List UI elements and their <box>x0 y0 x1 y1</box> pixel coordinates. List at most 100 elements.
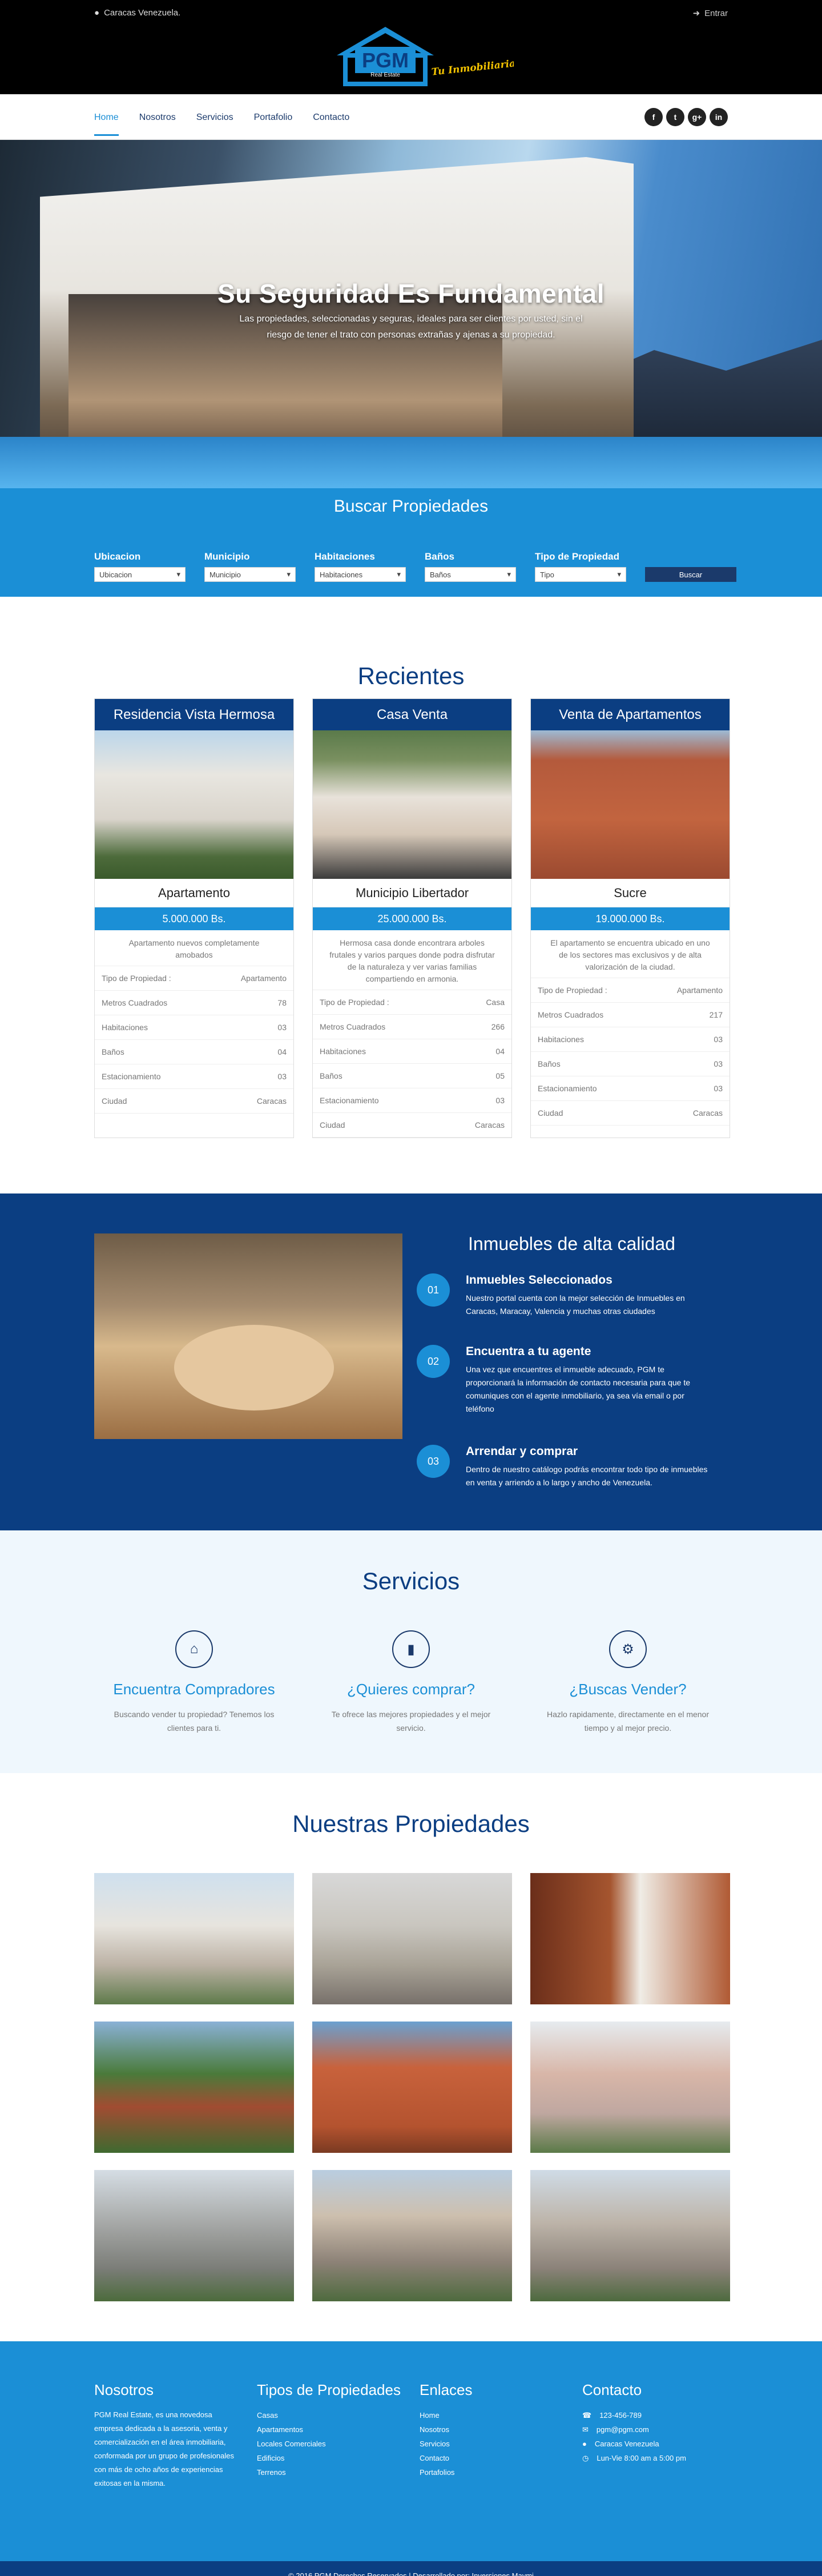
chart-icon[interactable]: ▮ <box>392 1630 430 1668</box>
property-detail-row: Estacionamiento 03 <box>531 1076 730 1101</box>
property-photo[interactable] <box>312 1873 512 2004</box>
search-button[interactable]: Buscar <box>645 567 736 582</box>
property-detail-row: Estacionamiento 03 <box>313 1088 511 1113</box>
chevron-down-icon: ▾ <box>397 570 401 578</box>
nav-item-servicios[interactable]: Servicios <box>196 99 233 136</box>
property-card[interactable]: Casa Venta Municipio Libertador 25.000.000… <box>312 698 512 1138</box>
twitter-icon[interactable]: t <box>666 108 684 126</box>
search-select-baos[interactable]: Baños ▾ <box>425 567 516 582</box>
copyright: © 2016 PGM Derechos Reservados | Desarro… <box>0 2561 822 2576</box>
search-select-tipodepropiedad[interactable]: Tipo ▾ <box>535 567 626 582</box>
footer-type-link[interactable]: Casas <box>257 2408 411 2422</box>
footer-nav-link[interactable]: Contacto <box>420 2451 574 2465</box>
property-detail-value: Casa <box>486 998 505 1007</box>
property-detail-row: Habitaciones 03 <box>531 1027 730 1052</box>
nav-item-home[interactable]: Home <box>94 99 119 136</box>
search-select-value: Habitaciones <box>320 570 363 579</box>
quality-item-number: 02 <box>417 1345 450 1378</box>
mail-icon: ✉ <box>582 2425 589 2434</box>
svg-text:PGM: PGM <box>362 49 409 72</box>
footer-nav-link[interactable]: Servicios <box>420 2437 574 2451</box>
google-plus-icon[interactable]: g+ <box>688 108 706 126</box>
facebook-icon[interactable]: f <box>644 108 663 126</box>
footer-contact-title: Contacto <box>582 2381 642 2398</box>
footer-contact-item: ● Caracas Venezuela <box>582 2437 736 2451</box>
login-link[interactable]: ➜ Entrar <box>692 8 728 19</box>
property-card-photo[interactable] <box>95 730 293 879</box>
footer-nav-link[interactable]: Home <box>420 2408 574 2422</box>
chevron-down-icon: ▾ <box>287 570 291 578</box>
property-detail-label: Tipo de Propiedad : <box>102 974 171 983</box>
footer-contact-item: ✉ pgm@pgm.com <box>582 2422 736 2437</box>
footer-links-title: Enlaces <box>420 2381 473 2398</box>
property-detail-value: Caracas <box>474 1120 505 1130</box>
footer-contact-text: 123-456-789 <box>599 2411 642 2420</box>
chevron-down-icon: ▾ <box>176 570 180 578</box>
property-photo[interactable] <box>530 1873 730 2004</box>
property-detail-row: Ciudad Caracas <box>531 1101 730 1126</box>
property-photo[interactable] <box>530 2022 730 2153</box>
nav-item-nosotros[interactable]: Nosotros <box>139 99 176 136</box>
footer-type-link[interactable]: Apartamentos <box>257 2422 411 2437</box>
property-detail-label: Metros Cuadrados <box>102 998 168 1007</box>
property-detail-row: Habitaciones 03 <box>95 1015 293 1040</box>
nav-item-portafolio[interactable]: Portafolio <box>254 99 293 136</box>
clock-icon: ◷ <box>582 2454 589 2462</box>
search-field-4: Tipo de Propiedad Tipo ▾ <box>535 551 626 582</box>
property-photo[interactable] <box>94 2170 294 2301</box>
phone-icon: ☎ <box>582 2411 592 2420</box>
property-detail-value: 03 <box>277 1072 287 1081</box>
location-info: ● Caracas Venezuela. <box>94 8 180 18</box>
property-detail-label: Baños <box>320 1071 342 1080</box>
property-card-photo[interactable] <box>531 730 730 879</box>
footer-type-link[interactable]: Edificios <box>257 2451 411 2465</box>
search-field-label: Tipo de Propiedad <box>535 551 619 562</box>
service-title[interactable]: Encuentra Compradores <box>86 1681 303 1698</box>
gear-icon[interactable]: ⚙ <box>609 1630 647 1668</box>
login-icon: ➜ <box>692 9 700 18</box>
property-detail-value: 04 <box>495 1047 505 1056</box>
quality-section: Inmuebles de alta calidad 01 Inmuebles Se… <box>0 1193 822 1530</box>
footer-nav-link[interactable]: Portafolios <box>420 2465 574 2479</box>
hero-subtitle-line-2: riesgo de tener el trato con personas ex… <box>267 330 555 340</box>
service-title[interactable]: ¿Quieres comprar? <box>303 1681 519 1698</box>
property-card-description: Hermosa casa donde encontrara arboles fr… <box>313 933 511 990</box>
property-detail-value: 03 <box>495 1096 505 1105</box>
property-detail-value: 03 <box>714 1035 723 1044</box>
footer-links-list: Home Nosotros Servicios Contacto Portafolios <box>420 2408 574 2479</box>
property-detail-label: Habitaciones <box>320 1047 366 1056</box>
property-card-price: 25.000.000 Bs. <box>313 907 511 930</box>
nav-menu: Home Nosotros Servicios Portafolio Contacto <box>94 99 349 136</box>
home-icon[interactable]: ⌂ <box>175 1630 213 1668</box>
property-card[interactable]: Venta de Apartamentos Sucre 19.000.000 Bs.… <box>530 698 730 1138</box>
property-detail-row: Estacionamiento 03 <box>95 1064 293 1089</box>
footer-type-link[interactable]: Locales Comerciales <box>257 2437 411 2451</box>
property-detail-value: 266 <box>491 1022 505 1031</box>
property-detail-label: Estacionamiento <box>102 1072 161 1081</box>
search-select-value: Tipo <box>540 570 554 579</box>
search-select-habitaciones[interactable]: Habitaciones ▾ <box>315 567 406 582</box>
search-field-label: Municipio <box>204 551 250 562</box>
search-select-municipio[interactable]: Municipio ▾ <box>204 567 296 582</box>
quality-item-title: Inmuebles Seleccionados <box>466 1273 613 1287</box>
property-photo[interactable] <box>312 2170 512 2301</box>
linkedin-icon[interactable]: in <box>710 108 728 126</box>
property-photo[interactable] <box>94 1873 294 2004</box>
property-card[interactable]: Residencia Vista Hermosa Apartamento 5.000… <box>94 698 294 1138</box>
nav-item-contacto[interactable]: Contacto <box>313 99 349 136</box>
property-photo[interactable] <box>530 2170 730 2301</box>
property-card-photo[interactable] <box>313 730 511 879</box>
login-label: Entrar <box>704 8 728 18</box>
quality-item-text: Una vez que encuentres el inmueble adecu… <box>466 1365 691 1413</box>
property-card-description: Apartamento nuevos completamente amobado… <box>95 933 293 966</box>
property-photo[interactable] <box>94 2022 294 2153</box>
pgm-logo[interactable]: PGM Real Estate Tu Inmobiliaria <box>331 24 514 87</box>
service-title[interactable]: ¿Buscas Vender? <box>519 1681 736 1698</box>
footer-nav-link[interactable]: Nosotros <box>420 2422 574 2437</box>
search-field-1: Municipio Municipio ▾ <box>204 551 296 582</box>
footer-type-link[interactable]: Terrenos <box>257 2465 411 2479</box>
property-detail-label: Habitaciones <box>102 1023 148 1032</box>
search-select-ubicacion[interactable]: Ubicacion ▾ <box>94 567 186 582</box>
quality-item-title: Arrendar y comprar <box>466 1445 578 1458</box>
property-photo[interactable] <box>312 2022 512 2153</box>
